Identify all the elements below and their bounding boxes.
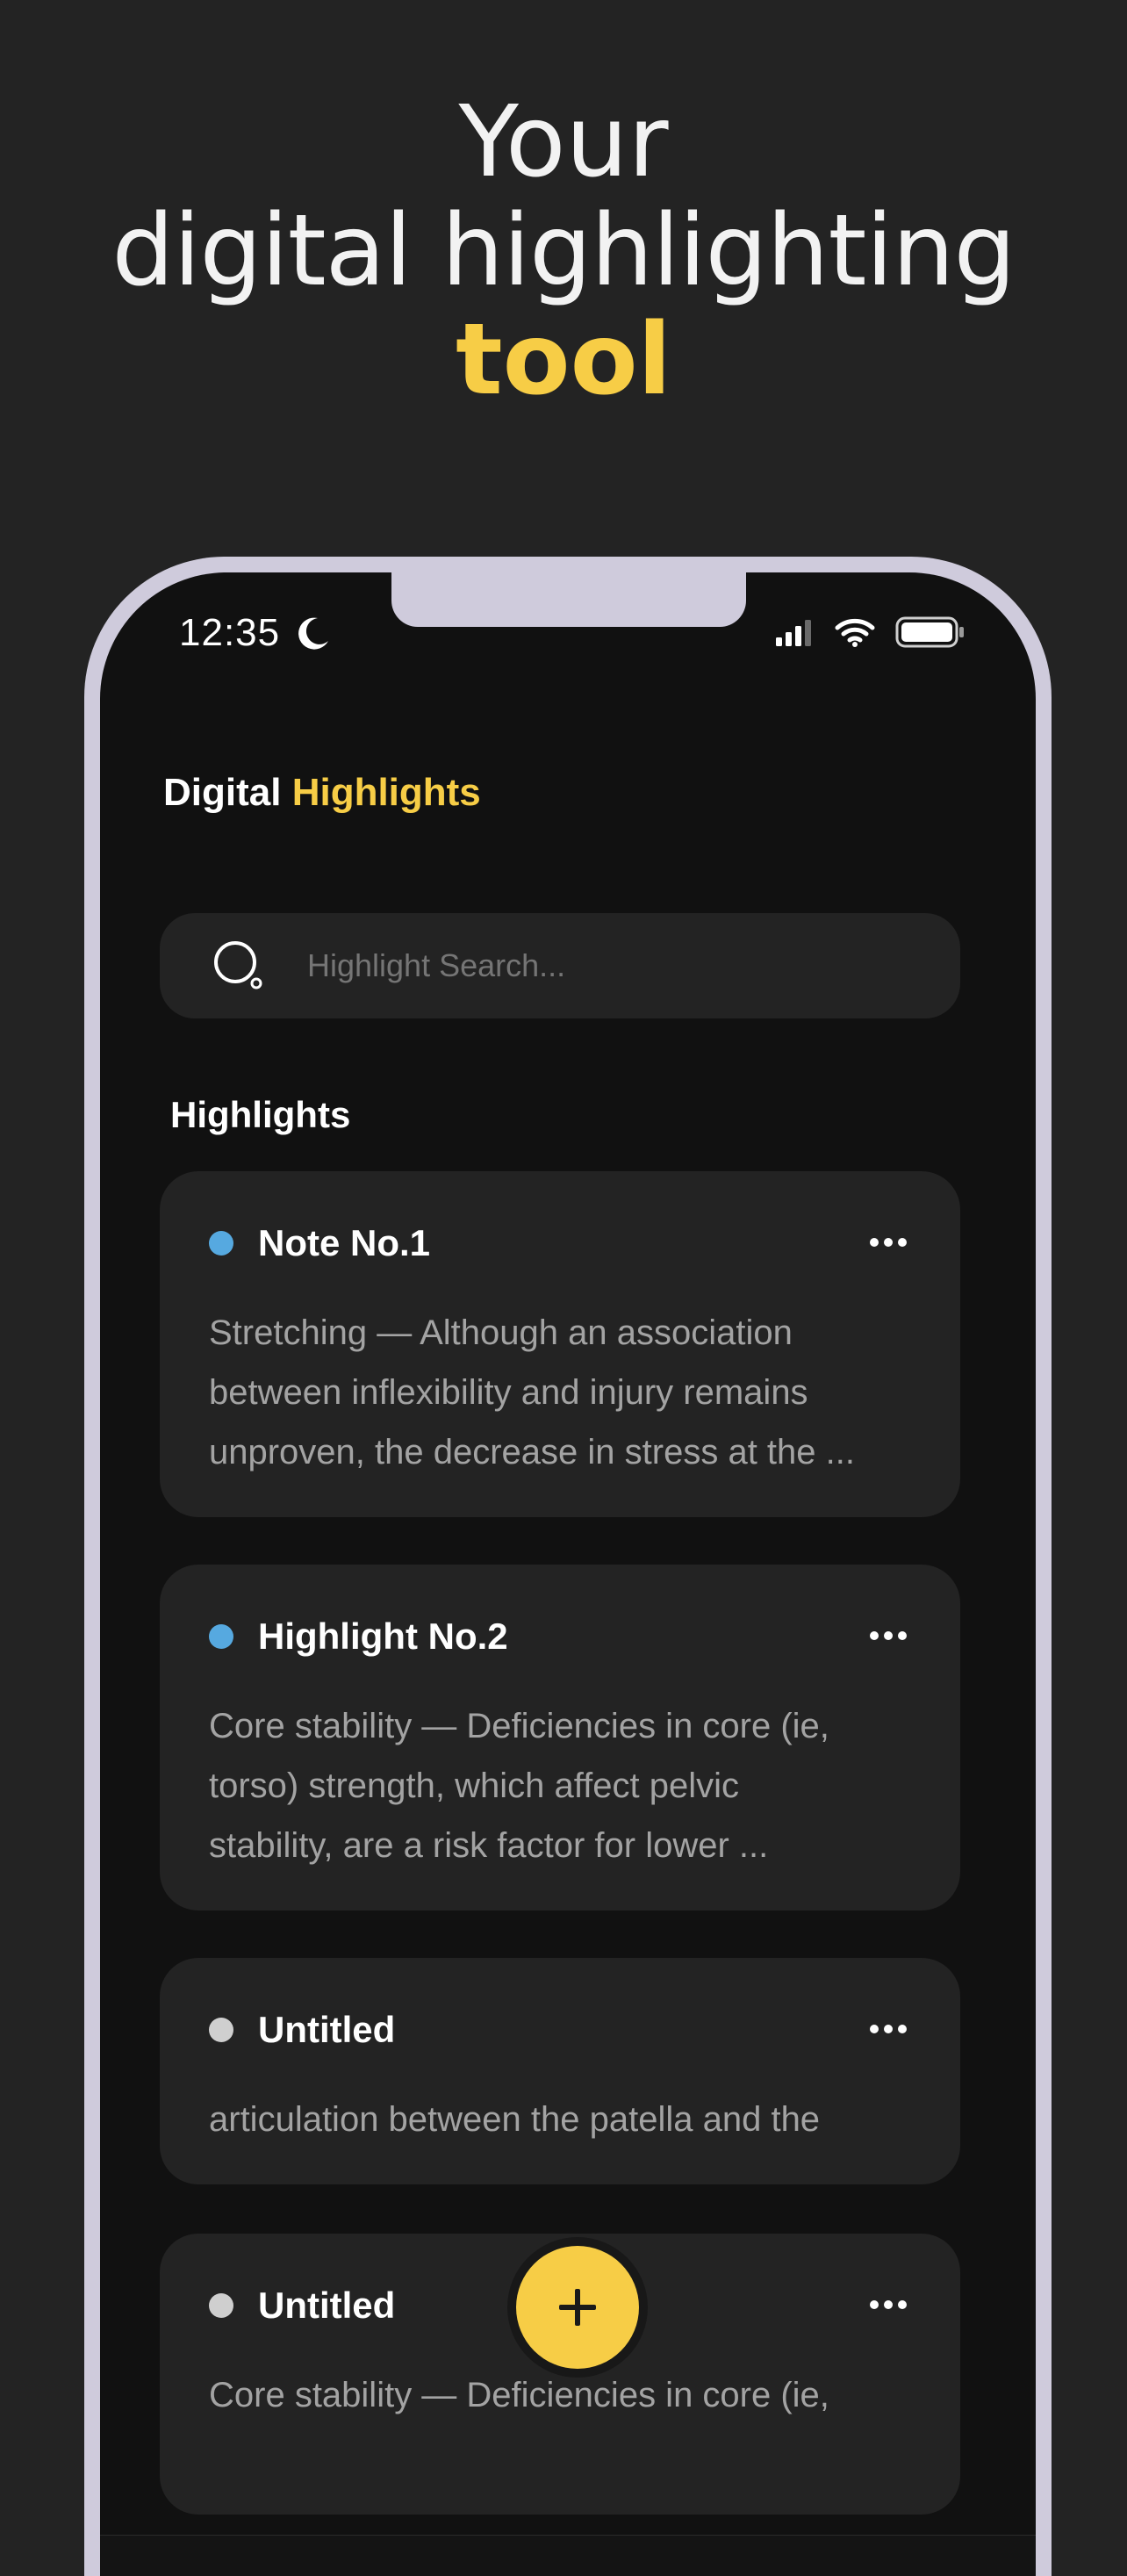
app-title-main: Digital (163, 771, 282, 814)
notch (391, 572, 746, 627)
section-title: Highlights (170, 1094, 351, 1135)
hero-line-2: digital highlighting (111, 194, 1016, 308)
plus-icon (559, 2289, 596, 2326)
note-title: Highlight No.2 (258, 1615, 508, 1657)
phone-screen: 12:35 Digital Highlights Highlight Searc… (100, 572, 1036, 2576)
note-preview: articulation between the patella and the (209, 2090, 911, 2149)
note-preview-line: Stretching — Although an association (209, 1313, 793, 1352)
note-preview: Stretching — Although an association bet… (209, 1303, 911, 1482)
more-icon[interactable] (869, 1236, 908, 1248)
search-icon (214, 941, 262, 989)
more-icon[interactable] (869, 2299, 908, 2311)
note-title: Untitled (258, 2009, 396, 2050)
more-icon[interactable] (869, 1630, 908, 1642)
status-time: 12:35 (179, 611, 281, 654)
more-icon[interactable] (869, 2023, 908, 2035)
note-title: Note No.1 (258, 1222, 431, 1263)
note-preview-line: between inflexibility and injury remains (209, 1373, 808, 1412)
note-card[interactable]: Note No.1 Stretching — Although an assoc… (160, 1171, 960, 1517)
note-preview: Core stability — Deficiencies in core (i… (209, 1696, 911, 1875)
note-card[interactable]: Highlight No.2 Core stability — Deficien… (160, 1565, 960, 1910)
phone-frame: 12:35 Digital Highlights Highlight Searc… (84, 557, 1052, 2576)
hero-headline: Your digital highlighting tool (0, 88, 1127, 414)
add-note-button[interactable] (507, 2237, 648, 2378)
hero-line-3: tool (456, 303, 671, 417)
search-bar[interactable] (160, 913, 960, 1018)
note-color-dot (209, 1624, 233, 1649)
note-color-dot (209, 2018, 233, 2042)
note-title: Untitled (258, 2285, 396, 2326)
add-note-button-face[interactable] (516, 2246, 639, 2369)
signal-icon (776, 620, 811, 646)
bottom-bar (100, 2535, 1036, 2576)
app-title-accent: Highlights (291, 771, 481, 814)
status-icons (776, 616, 965, 648)
moon-icon (298, 617, 328, 650)
note-color-dot (209, 2293, 233, 2318)
note-preview-line: articulation between the patella and the (209, 2100, 821, 2139)
note-preview-line: torso) strength, which affect pelvic (209, 1767, 739, 1805)
battery-icon (895, 616, 964, 648)
note-card[interactable]: Untitled articulation between the patell… (160, 1958, 960, 2184)
search-input[interactable] (307, 947, 878, 984)
note-preview-line: Core stability — Deficiencies in core (i… (209, 1707, 829, 1745)
app-title: Digital Highlights (163, 771, 481, 815)
note-preview-line: unproven, the decrease in stress at the … (209, 1433, 855, 1471)
hero-line-1: Your (458, 85, 669, 199)
wifi-icon (835, 618, 875, 647)
note-color-dot (209, 1231, 233, 1256)
note-preview-line: stability, are a risk factor for lower .… (209, 1826, 769, 1865)
